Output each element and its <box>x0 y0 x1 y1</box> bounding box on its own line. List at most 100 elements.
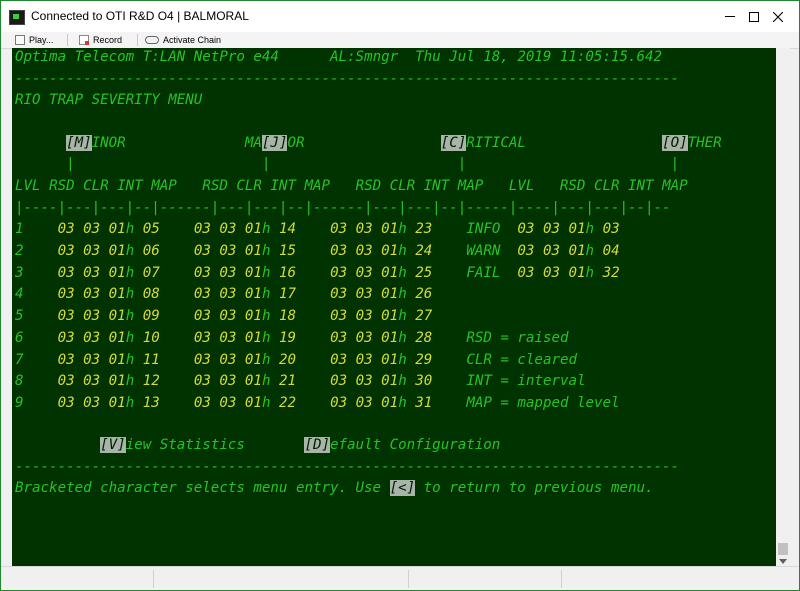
view-statistics-entry[interactable]: [V]iew Statistics <box>100 437 245 453</box>
major-int-value[interactable]: 01 <box>245 286 262 302</box>
play-button[interactable]: Play... <box>15 33 53 47</box>
other-int-value[interactable]: 01 <box>569 265 586 281</box>
critical-rsd-value[interactable]: 03 <box>330 352 347 368</box>
activate-chain-button[interactable]: Activate Chain <box>145 33 221 47</box>
vertical-scrollbar[interactable] <box>776 48 790 566</box>
critical-clr-value[interactable]: 03 <box>356 395 373 411</box>
major-rsd-value[interactable]: 03 <box>194 286 211 302</box>
other-clr-value[interactable]: 03 <box>543 243 560 259</box>
critical-rsd-value[interactable]: 03 <box>330 395 347 411</box>
other-int-value[interactable]: 01 <box>569 221 586 237</box>
critical-int-value[interactable]: 01 <box>381 221 398 237</box>
critical-clr-value[interactable]: 03 <box>356 243 373 259</box>
critical-map-value[interactable]: 27 <box>415 308 432 324</box>
minor-rsd-value[interactable]: 03 <box>58 243 75 259</box>
major-map-value[interactable]: 14 <box>279 221 296 237</box>
critical-clr-value[interactable]: 03 <box>356 373 373 389</box>
minor-int-value[interactable]: 01 <box>109 330 126 346</box>
minor-map-value[interactable]: 11 <box>143 352 160 368</box>
major-rsd-value[interactable]: 03 <box>194 265 211 281</box>
other-rsd-value[interactable]: 03 <box>517 265 534 281</box>
major-rsd-value[interactable]: 03 <box>194 221 211 237</box>
other-category-entry[interactable]: [O]THER <box>662 135 722 151</box>
major-int-value[interactable]: 01 <box>245 373 262 389</box>
major-clr-value[interactable]: 03 <box>219 330 236 346</box>
critical-map-value[interactable]: 24 <box>415 243 432 259</box>
terminal-screen[interactable]: Optima Telecom T:LAN NetPro e44 AL:Smngr… <box>12 48 776 566</box>
minor-clr-value[interactable]: 03 <box>83 330 100 346</box>
other-map-value[interactable]: 32 <box>603 265 620 281</box>
minor-clr-value[interactable]: 03 <box>83 352 100 368</box>
major-int-value[interactable]: 01 <box>245 265 262 281</box>
critical-clr-value[interactable]: 03 <box>356 308 373 324</box>
other-clr-value[interactable]: 03 <box>543 221 560 237</box>
critical-int-value[interactable]: 01 <box>381 286 398 302</box>
back-key[interactable]: [<] <box>389 480 416 496</box>
title-bar[interactable]: Connected to OTI R&D O4 | BALMORAL <box>1 1 799 32</box>
critical-category-entry[interactable]: [C]RITICAL <box>440 135 526 151</box>
major-int-value[interactable]: 01 <box>245 308 262 324</box>
minor-map-value[interactable]: 05 <box>143 221 160 237</box>
major-int-value[interactable]: 01 <box>245 221 262 237</box>
minor-map-value[interactable]: 07 <box>143 265 160 281</box>
minor-int-value[interactable]: 01 <box>109 286 126 302</box>
major-int-value[interactable]: 01 <box>245 243 262 259</box>
other-clr-value[interactable]: 03 <box>543 265 560 281</box>
major-clr-value[interactable]: 03 <box>219 395 236 411</box>
minor-clr-value[interactable]: 03 <box>83 221 100 237</box>
major-rsd-value[interactable]: 03 <box>194 308 211 324</box>
minor-int-value[interactable]: 01 <box>109 243 126 259</box>
minor-map-value[interactable]: 06 <box>143 243 160 259</box>
critical-map-value[interactable]: 23 <box>415 221 432 237</box>
major-map-value[interactable]: 19 <box>279 330 296 346</box>
minor-category-entry[interactable]: [M]INOR <box>66 135 126 151</box>
major-clr-value[interactable]: 03 <box>219 352 236 368</box>
view-key[interactable]: [V] <box>100 437 126 453</box>
minor-map-value[interactable]: 12 <box>143 373 160 389</box>
minor-int-value[interactable]: 01 <box>109 373 126 389</box>
critical-int-value[interactable]: 01 <box>381 243 398 259</box>
default-configuration-entry[interactable]: [D]efault Configuration <box>304 437 500 453</box>
other-map-value[interactable]: 03 <box>603 221 620 237</box>
minor-map-value[interactable]: 13 <box>143 395 160 411</box>
other-rsd-value[interactable]: 03 <box>517 221 534 237</box>
minor-rsd-value[interactable]: 03 <box>58 308 75 324</box>
critical-clr-value[interactable]: 03 <box>356 221 373 237</box>
minor-int-value[interactable]: 01 <box>109 352 126 368</box>
critical-clr-value[interactable]: 03 <box>356 352 373 368</box>
major-clr-value[interactable]: 03 <box>219 243 236 259</box>
major-rsd-value[interactable]: 03 <box>194 243 211 259</box>
major-category-entry[interactable]: MA[J]OR <box>245 135 305 151</box>
critical-clr-value[interactable]: 03 <box>356 265 373 281</box>
major-int-value[interactable]: 01 <box>245 330 262 346</box>
critical-clr-value[interactable]: 03 <box>356 330 373 346</box>
minor-int-value[interactable]: 01 <box>109 395 126 411</box>
minor-rsd-value[interactable]: 03 <box>58 286 75 302</box>
critical-int-value[interactable]: 01 <box>381 395 398 411</box>
critical-int-value[interactable]: 01 <box>381 265 398 281</box>
critical-int-value[interactable]: 01 <box>381 330 398 346</box>
minor-rsd-value[interactable]: 03 <box>58 395 75 411</box>
major-map-value[interactable]: 18 <box>279 308 296 324</box>
critical-int-value[interactable]: 01 <box>381 373 398 389</box>
minor-clr-value[interactable]: 03 <box>83 395 100 411</box>
minor-rsd-value[interactable]: 03 <box>58 330 75 346</box>
record-button[interactable]: Record <box>79 33 122 47</box>
critical-rsd-value[interactable]: 03 <box>330 330 347 346</box>
major-map-value[interactable]: 21 <box>279 373 296 389</box>
critical-key[interactable]: [C] <box>440 135 467 151</box>
critical-rsd-value[interactable]: 03 <box>330 243 347 259</box>
critical-rsd-value[interactable]: 03 <box>330 308 347 324</box>
minor-rsd-value[interactable]: 03 <box>58 221 75 237</box>
critical-map-value[interactable]: 26 <box>415 286 432 302</box>
critical-map-value[interactable]: 29 <box>415 352 432 368</box>
critical-rsd-value[interactable]: 03 <box>330 221 347 237</box>
major-map-value[interactable]: 15 <box>279 243 296 259</box>
minor-clr-value[interactable]: 03 <box>83 286 100 302</box>
major-clr-value[interactable]: 03 <box>219 308 236 324</box>
minor-rsd-value[interactable]: 03 <box>58 265 75 281</box>
major-int-value[interactable]: 01 <box>245 395 262 411</box>
scroll-down-arrow-icon[interactable] <box>779 559 787 564</box>
minor-rsd-value[interactable]: 03 <box>58 373 75 389</box>
critical-clr-value[interactable]: 03 <box>356 286 373 302</box>
